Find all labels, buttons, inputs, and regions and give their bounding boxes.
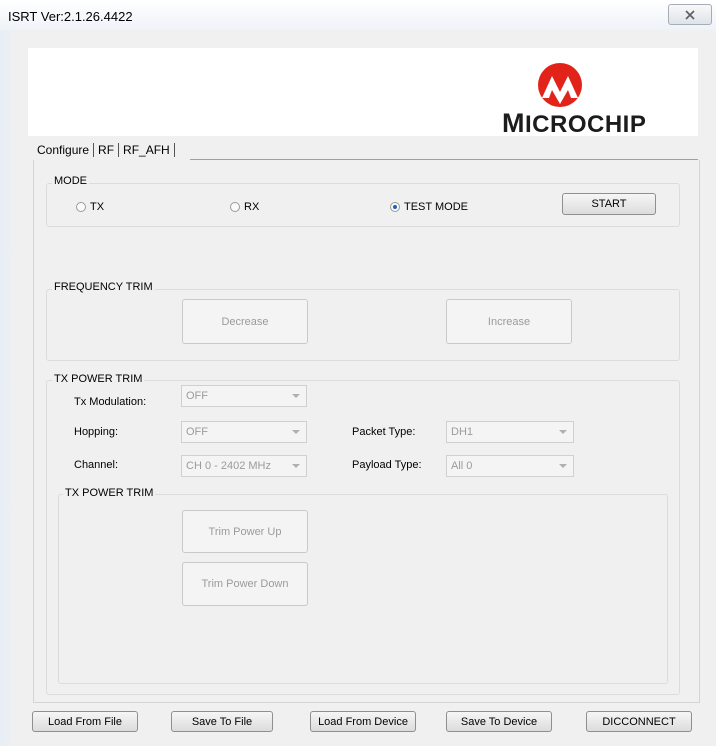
mode-group-label: MODE bbox=[52, 175, 89, 187]
close-icon bbox=[685, 9, 695, 20]
tx-modulation-value: OFF bbox=[186, 390, 208, 402]
hopping-value: OFF bbox=[186, 426, 208, 438]
save-to-file-button[interactable]: Save To File bbox=[171, 711, 273, 732]
tx-modulation-label: Tx Modulation: bbox=[74, 396, 147, 408]
hopping-label: Hopping: bbox=[74, 426, 119, 438]
decrease-button[interactable]: Decrease bbox=[182, 299, 308, 344]
microchip-logo-text: MICROCHIP bbox=[502, 108, 647, 138]
payload-type-value: All 0 bbox=[451, 460, 473, 472]
radio-tx-label: TX bbox=[90, 201, 105, 213]
save-to-device-button[interactable]: Save To Device bbox=[446, 711, 552, 732]
window-title: ISRT Ver:2.1.26.4422 bbox=[8, 9, 133, 24]
radio-rx-label: RX bbox=[244, 201, 260, 213]
disconnect-button[interactable]: DICCONNECT bbox=[586, 711, 692, 732]
start-button[interactable]: START bbox=[562, 193, 656, 215]
frequency-trim-group bbox=[46, 289, 680, 361]
tx-power-trim-label: TX POWER TRIM bbox=[52, 373, 145, 385]
tab-rf[interactable]: RF bbox=[94, 143, 118, 157]
trim-power-down-button[interactable]: Trim Power Down bbox=[182, 562, 308, 606]
close-button[interactable] bbox=[668, 4, 712, 25]
channel-label: Channel: bbox=[74, 459, 119, 471]
load-from-file-button[interactable]: Load From File bbox=[32, 711, 138, 732]
tx-power-trim-inner-group bbox=[58, 494, 668, 684]
tab-rf-afh[interactable]: RF_AFH bbox=[119, 143, 174, 157]
tx-power-trim-inner-label: TX POWER TRIM bbox=[63, 487, 156, 499]
channel-value: CH 0 - 2402 MHz bbox=[186, 460, 271, 472]
packet-type-value: DH1 bbox=[451, 426, 474, 438]
chevron-down-icon bbox=[292, 464, 300, 468]
window-left-border bbox=[0, 30, 16, 746]
channel-select[interactable]: CH 0 - 2402 MHz bbox=[181, 455, 307, 477]
payload-type-label: Payload Type: bbox=[352, 459, 422, 471]
tab-configure[interactable]: Configure bbox=[33, 143, 93, 157]
hopping-select[interactable]: OFF bbox=[181, 421, 307, 443]
trim-power-up-button[interactable]: Trim Power Up bbox=[182, 510, 308, 553]
radio-rx[interactable]: RX bbox=[230, 201, 259, 213]
tx-modulation-select[interactable]: OFF bbox=[181, 385, 307, 407]
radio-test-mode[interactable]: TEST MODE bbox=[390, 201, 468, 213]
radio-tx-indicator bbox=[76, 202, 86, 212]
packet-type-select[interactable]: DH1 bbox=[446, 421, 574, 443]
chevron-down-icon bbox=[292, 394, 300, 398]
payload-type-select[interactable]: All 0 bbox=[446, 455, 574, 477]
tab-separator bbox=[173, 143, 175, 157]
radio-tx[interactable]: TX bbox=[76, 201, 104, 213]
increase-button[interactable]: Increase bbox=[446, 299, 572, 344]
microchip-logo-icon bbox=[538, 63, 582, 107]
chevron-down-icon bbox=[559, 430, 567, 434]
radio-rx-indicator bbox=[230, 202, 240, 212]
frequency-trim-label: FREQUENCY TRIM bbox=[52, 281, 155, 293]
radio-test-mode-label: TEST MODE bbox=[404, 201, 468, 213]
packet-type-label: Packet Type: bbox=[352, 426, 416, 438]
tab-bar: Configure RF RF_AFH bbox=[33, 140, 175, 160]
chevron-down-icon bbox=[559, 464, 567, 468]
chevron-down-icon bbox=[292, 430, 300, 434]
radio-test-mode-indicator bbox=[390, 202, 400, 212]
load-from-device-button[interactable]: Load From Device bbox=[310, 711, 416, 732]
